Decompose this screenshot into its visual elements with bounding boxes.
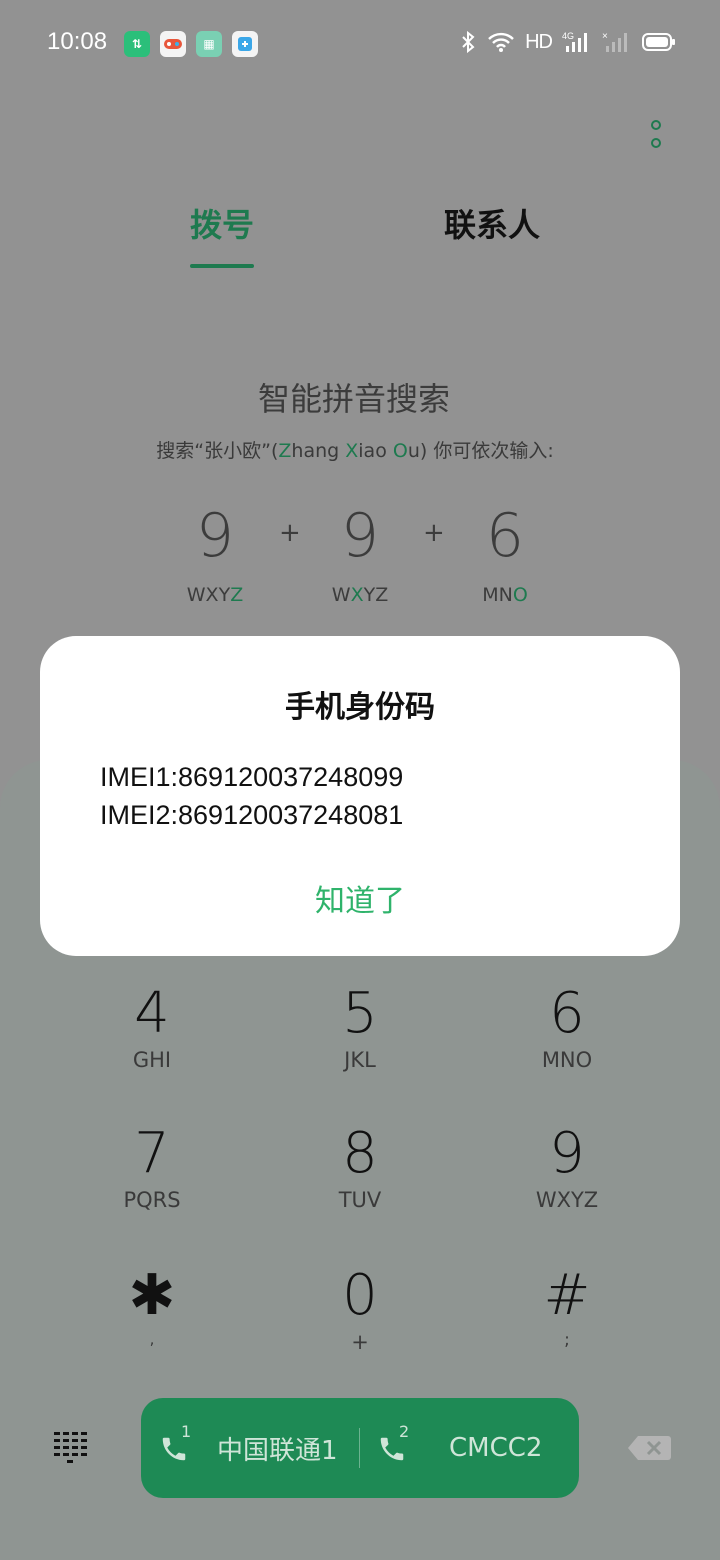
dialog-title: 手机身份码 [285,690,435,725]
hint-key-1: 9 WXYZ [186,501,244,606]
hint-key-3: 6 MNO [482,501,528,606]
bluetooth-icon [462,30,475,54]
hd-label: HD [525,30,553,53]
app-store-icon: ▦ [196,31,222,57]
screenshot-icon [232,31,258,57]
call-sim2-label: CMCC2 [449,1433,543,1463]
tab-indicator [190,264,254,268]
backspace-icon[interactable] [626,1434,672,1462]
phone-sim2-icon: 2 [377,1422,421,1468]
imei-dialog: 手机身份码 IMEI1:869120037248099 IMEI2:869120… [40,636,680,956]
key-0[interactable]: 0 + [280,1264,440,1355]
wifi-icon [488,32,514,52]
status-bar: 10:08 ⇅ ▦ HD 4G × [0,0,720,88]
notification-icons: ⇅ ▦ [124,31,258,57]
call-divider [359,1428,360,1468]
smart-search-description: 搜索“张小欧”(Zhang Xiao Ou) 你可依次输入: [156,440,554,462]
imei1-text: IMEI1:869120037248099 [100,762,404,792]
key-8[interactable]: 8 TUV [280,1122,440,1213]
call-sim1-button[interactable]: 1 中国联通1 [159,1398,359,1498]
key-6[interactable]: 6 MNO [487,982,647,1073]
key-hash[interactable]: # ; [487,1264,647,1351]
key-4[interactable]: 4 GHI [72,982,232,1073]
call-sim1-label: 中国联通1 [217,1435,338,1466]
key-7[interactable]: 7 PQRS [72,1122,232,1213]
hint-key-2: 9 WXYZ [331,501,389,606]
tab-contacts[interactable]: 联系人 [444,200,540,246]
status-time: 10:08 [47,28,108,55]
signal-sim2-icon: × [602,31,627,52]
call-bar: 1 中国联通1 2 CMCC2 [141,1398,579,1498]
imei2-text: IMEI2:869120037248081 [100,800,404,830]
dialog-confirm-button[interactable]: 知道了 [260,876,460,920]
key-5[interactable]: 5 JKL [280,982,440,1073]
status-right-icons: HD 4G × [459,30,676,54]
key-star[interactable]: ✱ , [72,1264,232,1349]
svg-text:×: × [602,31,608,42]
tab-dial[interactable]: 拨号 [190,200,254,246]
smart-search-title: 智能拼音搜索 [257,380,450,418]
battery-icon [642,33,675,51]
hint-plus-1: + [279,518,301,548]
data-transfer-icon: ⇅ [124,31,150,57]
dialpad-toggle-icon[interactable] [52,1430,88,1464]
tab-bar: 拨号 联系人 [0,200,720,270]
call-sim2-button[interactable]: 2 CMCC2 [377,1398,567,1498]
phone-sim1-icon: 1 [159,1422,203,1468]
svg-text:4G: 4G [562,31,574,41]
hint-plus-2: + [423,518,445,548]
signal-sim1-icon: 4G [562,31,587,52]
more-options-icon[interactable] [648,118,664,154]
game-center-icon [160,31,186,57]
key-9[interactable]: 9 WXYZ [487,1122,647,1213]
